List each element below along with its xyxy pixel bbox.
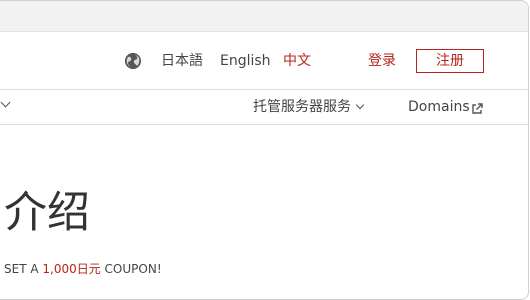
promo-suffix: COUPON! <box>100 262 162 276</box>
login-link[interactable]: 登录 <box>368 52 396 70</box>
globe-icon[interactable] <box>125 53 141 69</box>
page-title: 介绍 <box>4 188 90 238</box>
nav-domains-link[interactable]: Domains <box>408 98 470 116</box>
browser-viewport: 日本語 English 中文 登录 注册 托管服务器服务 Domains 介绍 … <box>0 0 529 300</box>
register-button[interactable]: 注册 <box>416 49 484 73</box>
nav-hosting-services[interactable]: 托管服务器服务 <box>253 98 351 116</box>
chevron-down-icon[interactable] <box>355 100 365 110</box>
promo-prefix: SET A <box>4 262 43 276</box>
promo-amount: 1,000日元 <box>42 262 101 276</box>
browser-top-strip <box>0 1 528 32</box>
external-link-icon <box>471 100 483 119</box>
promo-text: SET A 1,000日元 COUPON! <box>4 261 162 277</box>
language-chinese-link[interactable]: 中文 <box>283 52 311 70</box>
language-japanese-link[interactable]: 日本語 <box>161 52 203 70</box>
chevron-down-icon[interactable] <box>0 97 11 108</box>
main-nav: 托管服务器服务 Domains <box>0 90 528 125</box>
site-header: 日本語 English 中文 登录 注册 <box>0 32 528 90</box>
language-english-link[interactable]: English <box>220 52 271 70</box>
